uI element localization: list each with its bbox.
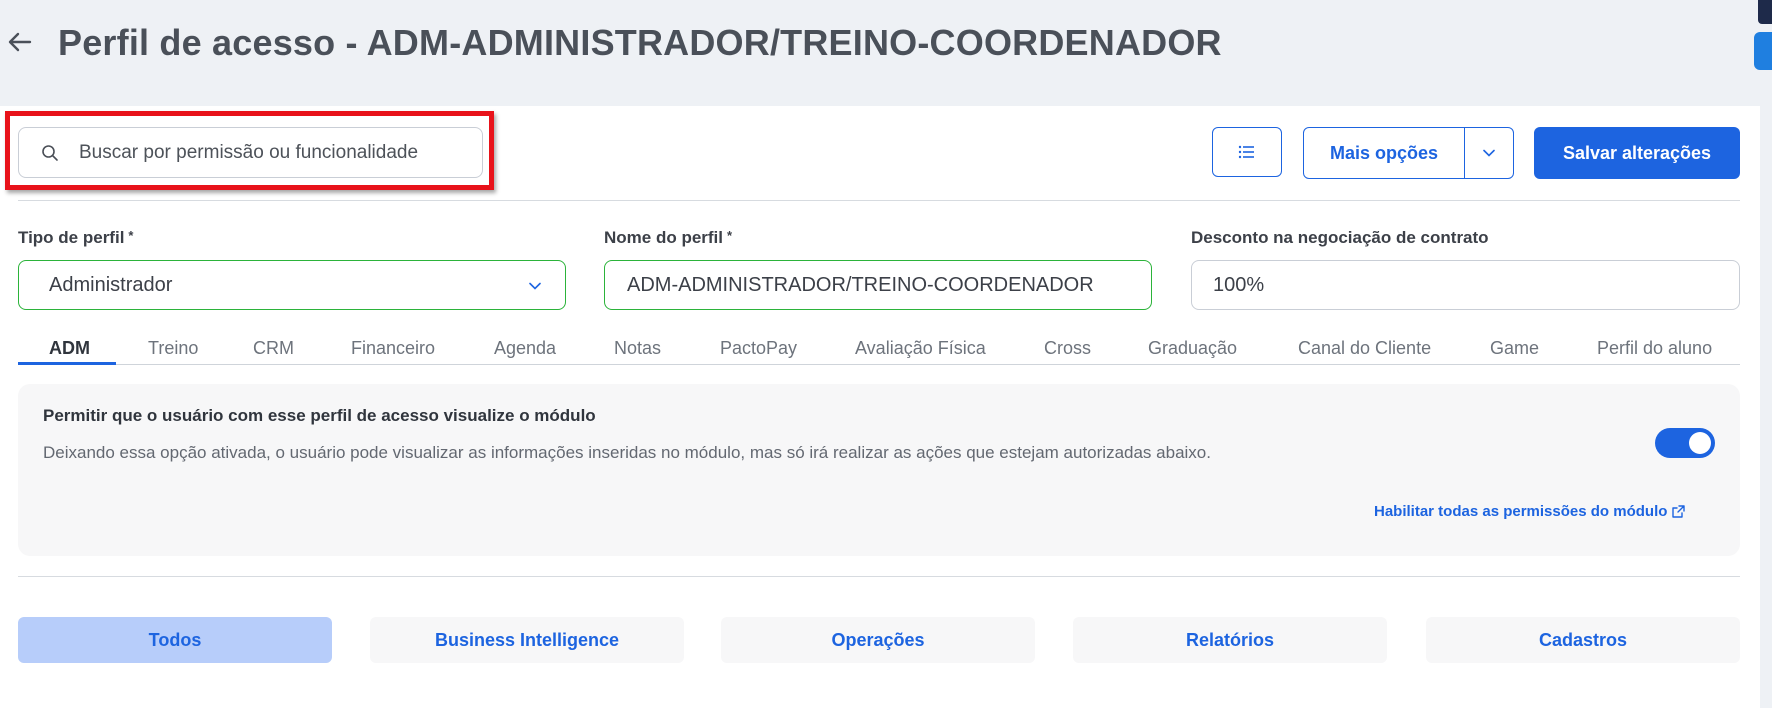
- category-relatorios[interactable]: Relatórios: [1073, 617, 1387, 663]
- category-operacoes[interactable]: Operações: [721, 617, 1035, 663]
- more-options-button[interactable]: Mais opções: [1304, 128, 1465, 178]
- profile-name-label: Nome do perfil *: [604, 228, 733, 247]
- page-title: Perfil de acesso - ADM-ADMINISTRADOR/TRE…: [58, 22, 1222, 63]
- module-visibility-description: Deixando essa opção ativada, o usuário p…: [43, 443, 1211, 462]
- search-icon: [42, 144, 58, 161]
- tab-agenda[interactable]: Agenda: [494, 338, 556, 359]
- tab-graduacao[interactable]: Graduação: [1148, 338, 1237, 359]
- search-box[interactable]: [18, 127, 483, 178]
- tab-notas[interactable]: Notas: [614, 338, 661, 359]
- profile-name-value: ADM-ADMINISTRADOR/TREINO-COORDENADOR: [627, 273, 1094, 296]
- discount-input[interactable]: 100%: [1191, 260, 1740, 310]
- category-cadastros[interactable]: Cadastros: [1426, 617, 1740, 663]
- tab-game[interactable]: Game: [1490, 338, 1539, 359]
- tab-canal-do-cliente[interactable]: Canal do Cliente: [1298, 338, 1431, 359]
- tab-financeiro[interactable]: Financeiro: [351, 338, 435, 359]
- back-arrow-icon[interactable]: [6, 28, 34, 56]
- active-tab-indicator: [18, 362, 116, 365]
- list-icon: [1238, 145, 1254, 159]
- enable-all-permissions-label: Habilitar todas as permissões do módulo: [1374, 503, 1668, 520]
- module-visibility-toggle[interactable]: [1655, 428, 1715, 458]
- section-divider: [18, 576, 1740, 577]
- chevron-down-icon: [1483, 149, 1495, 157]
- toggle-knob: [1689, 432, 1711, 454]
- tab-pactopay[interactable]: PactoPay: [720, 338, 797, 359]
- profile-name-input[interactable]: ADM-ADMINISTRADOR/TREINO-COORDENADOR: [604, 260, 1152, 310]
- search-input[interactable]: [79, 141, 459, 164]
- list-view-button[interactable]: [1212, 127, 1282, 177]
- page-header: Perfil de acesso - ADM-ADMINISTRADOR/TRE…: [0, 0, 1760, 106]
- more-options-dropdown[interactable]: Mais opções: [1303, 127, 1514, 179]
- tabs-underline: [18, 364, 1740, 365]
- category-todos[interactable]: Todos: [18, 617, 332, 663]
- module-visibility-title: Permitir que o usuário com esse perfil d…: [43, 406, 596, 425]
- profile-type-label: Tipo de perfil *: [18, 228, 134, 247]
- chevron-down-icon: [529, 282, 541, 290]
- edge-chat-widget[interactable]: [1754, 32, 1772, 70]
- tab-treino[interactable]: Treino: [148, 338, 198, 359]
- discount-value: 100%: [1213, 273, 1265, 296]
- tab-adm[interactable]: ADM: [49, 338, 90, 359]
- tab-avaliacao-fisica[interactable]: Avaliação Física: [855, 338, 986, 359]
- tab-perfil-do-aluno[interactable]: Perfil do aluno: [1597, 338, 1712, 359]
- edge-widget[interactable]: [1758, 0, 1772, 24]
- category-business-intelligence[interactable]: Business Intelligence: [370, 617, 684, 663]
- more-options-toggle[interactable]: [1465, 128, 1513, 178]
- save-changes-button[interactable]: Salvar alterações: [1534, 127, 1740, 179]
- discount-label: Desconto na negociação de contrato: [1191, 228, 1489, 247]
- profile-type-value: Administrador: [49, 273, 173, 296]
- toolbar-divider: [18, 200, 1740, 201]
- profile-type-select[interactable]: Administrador: [18, 260, 566, 310]
- tab-cross[interactable]: Cross: [1044, 338, 1091, 359]
- external-link-icon: [1672, 505, 1686, 518]
- enable-all-permissions-link[interactable]: Habilitar todas as permissões do módulo: [1374, 503, 1686, 520]
- tab-crm[interactable]: CRM: [253, 338, 294, 359]
